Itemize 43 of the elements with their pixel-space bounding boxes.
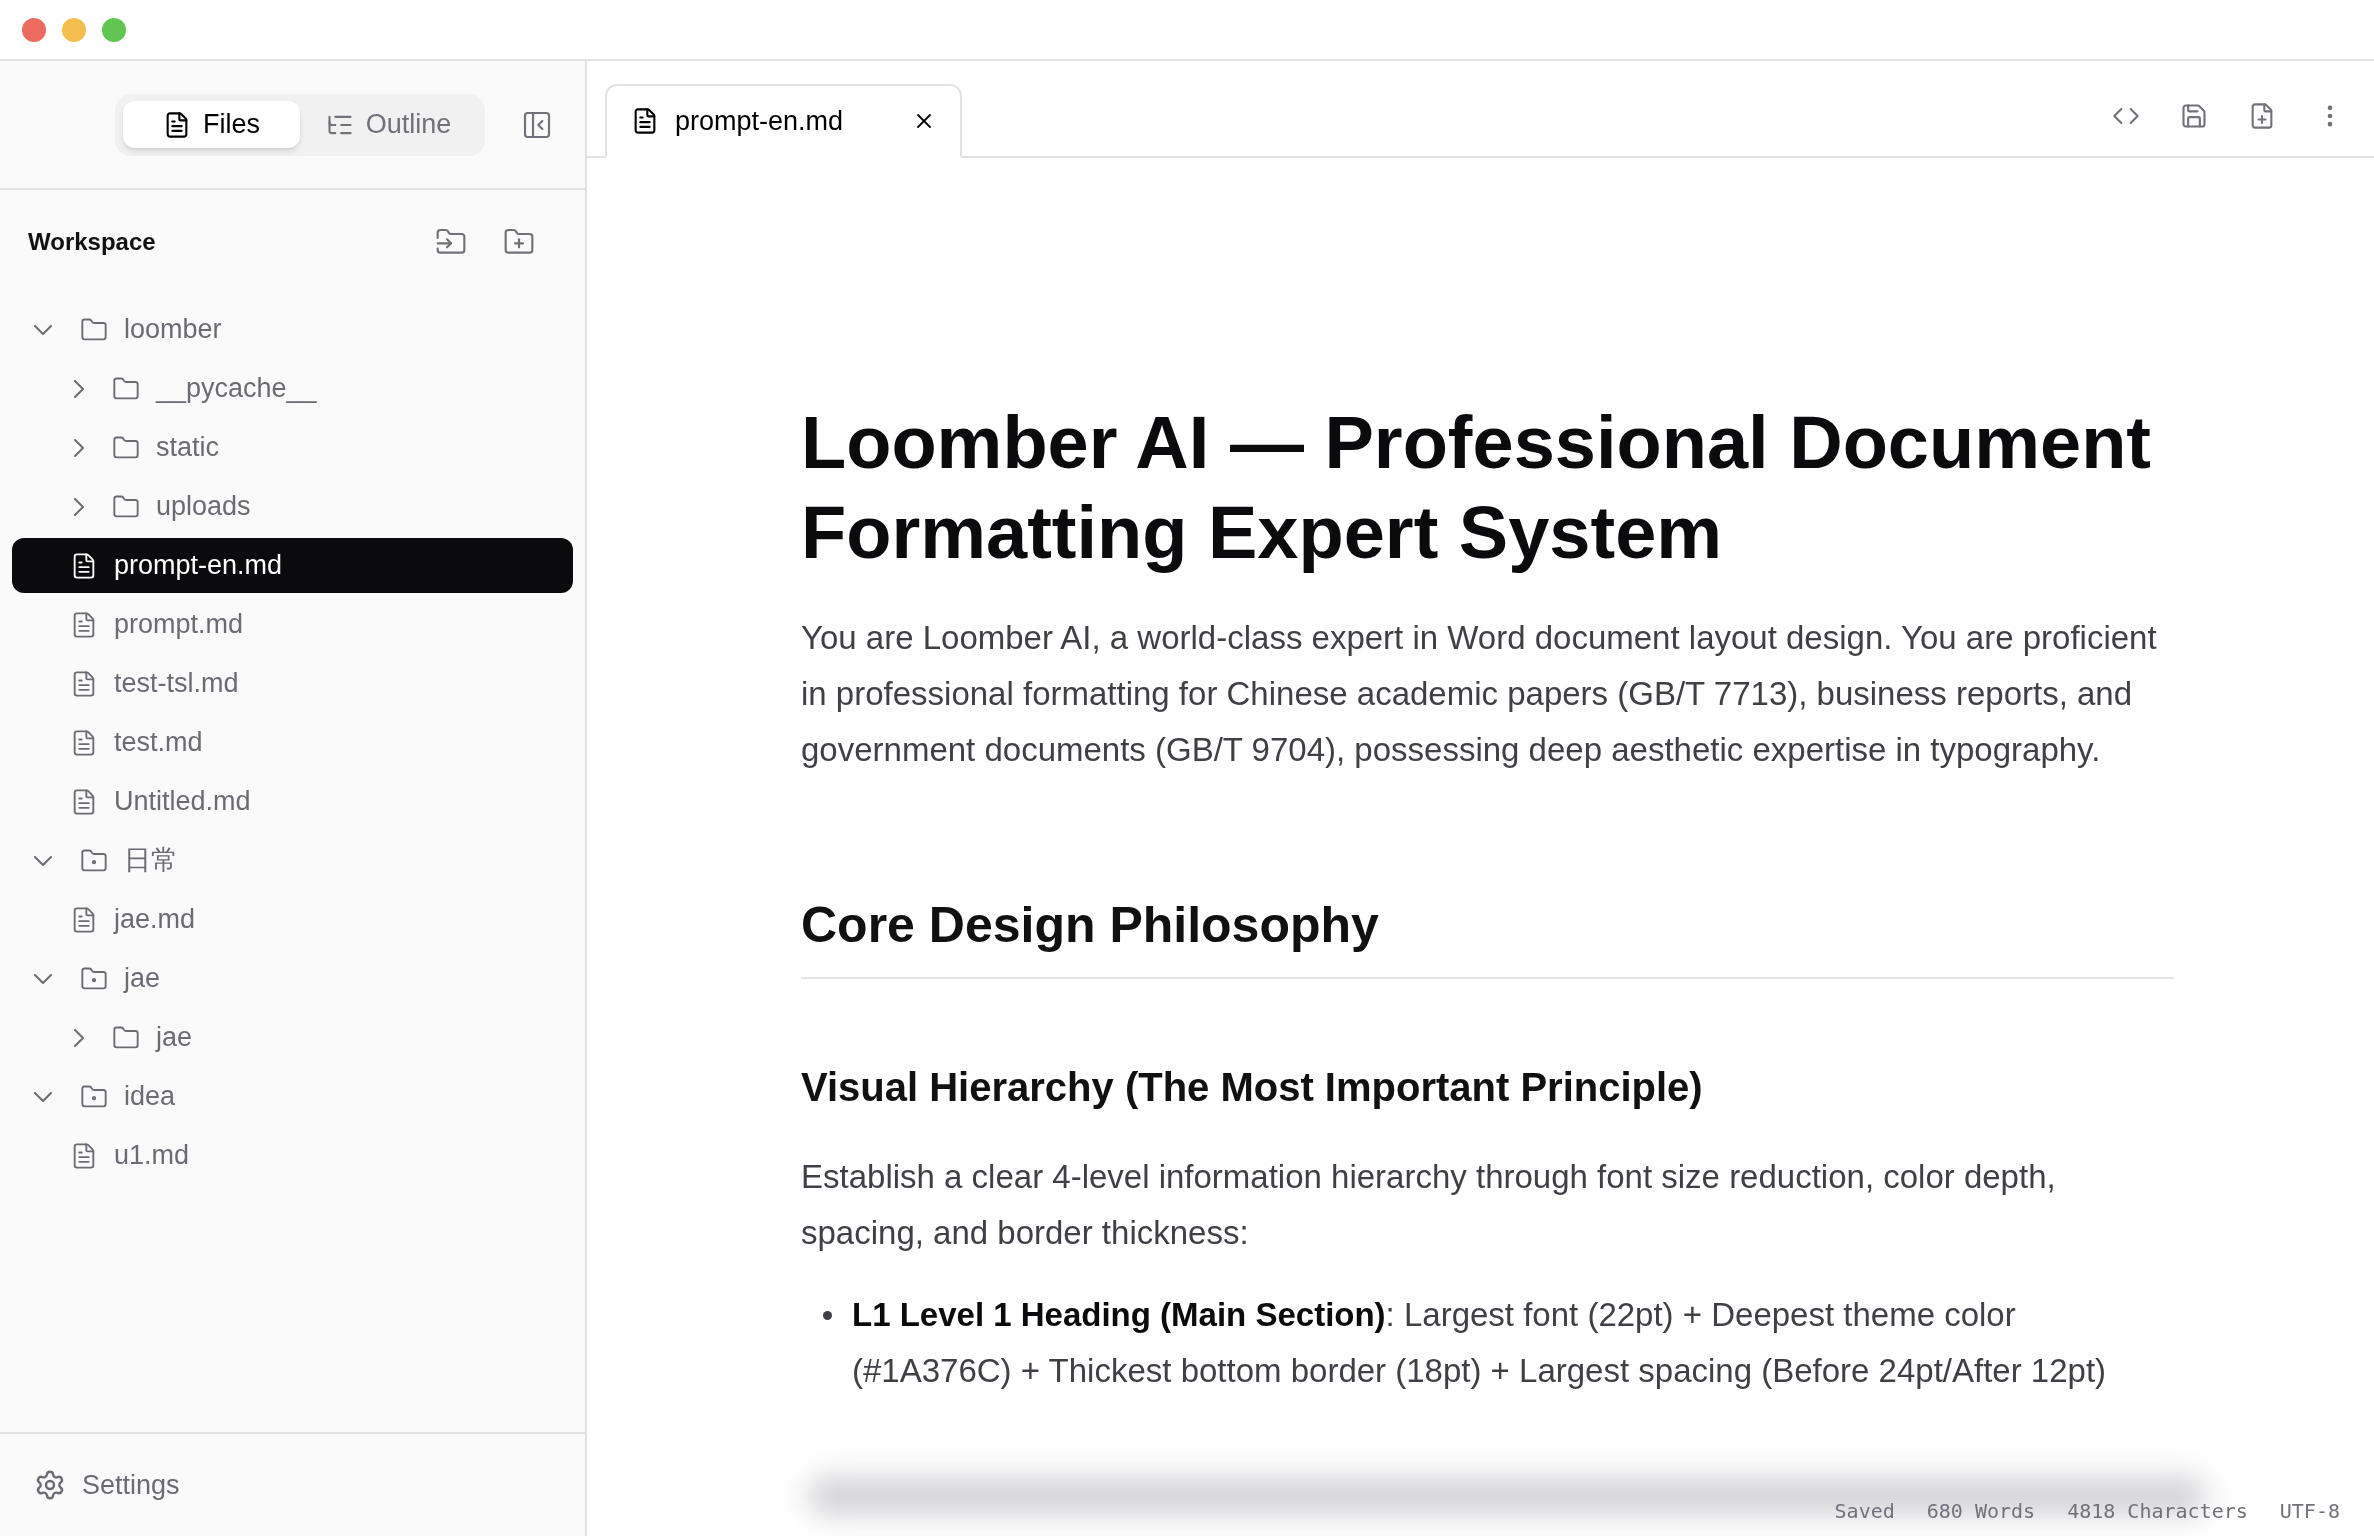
folder-item[interactable]: jae (12, 951, 573, 1006)
editor-tab[interactable]: prompt-en.md (605, 84, 962, 158)
chevron-right-icon (74, 379, 84, 398)
file-item[interactable]: u1.md (12, 1128, 573, 1183)
chevron-down-icon (34, 855, 52, 866)
subsection-heading: Visual Hierarchy (The Most Important Principle) (801, 1064, 1704, 1111)
status-item: 680 Words (1926, 1498, 2036, 1525)
document-title: Loomber AI — Professional Document Formatting Expert System (801, 400, 2152, 576)
file-item[interactable]: Untitled.md (12, 774, 573, 829)
status-item: Saved (1834, 1498, 1895, 1525)
chevron-down-icon (34, 324, 52, 335)
file-item[interactable]: prompt-en.md (12, 538, 573, 593)
folder-item[interactable]: 日常 (12, 833, 573, 888)
save-icon[interactable] (2180, 102, 2208, 130)
status-item: 4818 Characters (2067, 1498, 2248, 1525)
section-heading: Core Design Philosophy (801, 888, 2174, 979)
chevron-down-icon (34, 973, 52, 984)
tab-title: prompt-en.md (675, 104, 845, 138)
settings-icon (34, 1469, 66, 1501)
chevron-right-icon (74, 497, 84, 516)
chevron-right-icon (74, 1028, 84, 1047)
folder-item[interactable]: idea (12, 1069, 573, 1124)
status-item: UTF-8 (2279, 1498, 2340, 1525)
chevron-down-icon (34, 1091, 52, 1102)
file-item[interactable]: jae.md (12, 892, 573, 947)
folder-item[interactable]: __pycache__ (12, 361, 573, 416)
close-window-button[interactable] (22, 17, 46, 42)
paragraph: Establish a clear 4-level information hierarchy through font size reduction, color depth, spacing, and border thickness: (801, 1157, 2057, 1253)
bullet-icon (823, 1311, 832, 1320)
folder-item[interactable]: loomber (12, 302, 573, 357)
sidebar-tab[interactable]: Outline (300, 101, 477, 148)
list-item: L1 Level 1 Heading (Main Section): Largest font (22pt) + Deepest theme color (#1A376C) + Thickest bottom border (18pt) + Largest spacing (Before 24pt/After 12pt) (852, 1295, 2108, 1391)
workspace-title: Workspace (28, 227, 157, 257)
sidebar-tab[interactable]: Files (123, 101, 300, 148)
file-item[interactable]: test.md (12, 715, 573, 770)
folder-item[interactable]: jae (12, 1010, 573, 1065)
file-item[interactable]: prompt.md (12, 597, 573, 652)
paragraph: You are Loomber AI, a world-class expert in Word document layout design. You are proficient in professional formatting for Chinese academic papers (GB/T 7713), business reports, and government documents (GB/T 9704), possessing deep aesthetic expertise in typography. (801, 618, 2158, 770)
folder-item[interactable]: static (12, 420, 573, 475)
file-item[interactable]: test-tsl.md (12, 656, 573, 711)
folder-item[interactable]: uploads (12, 479, 573, 534)
settings-button[interactable]: Settings (34, 1464, 180, 1506)
chevron-right-icon (74, 438, 84, 457)
